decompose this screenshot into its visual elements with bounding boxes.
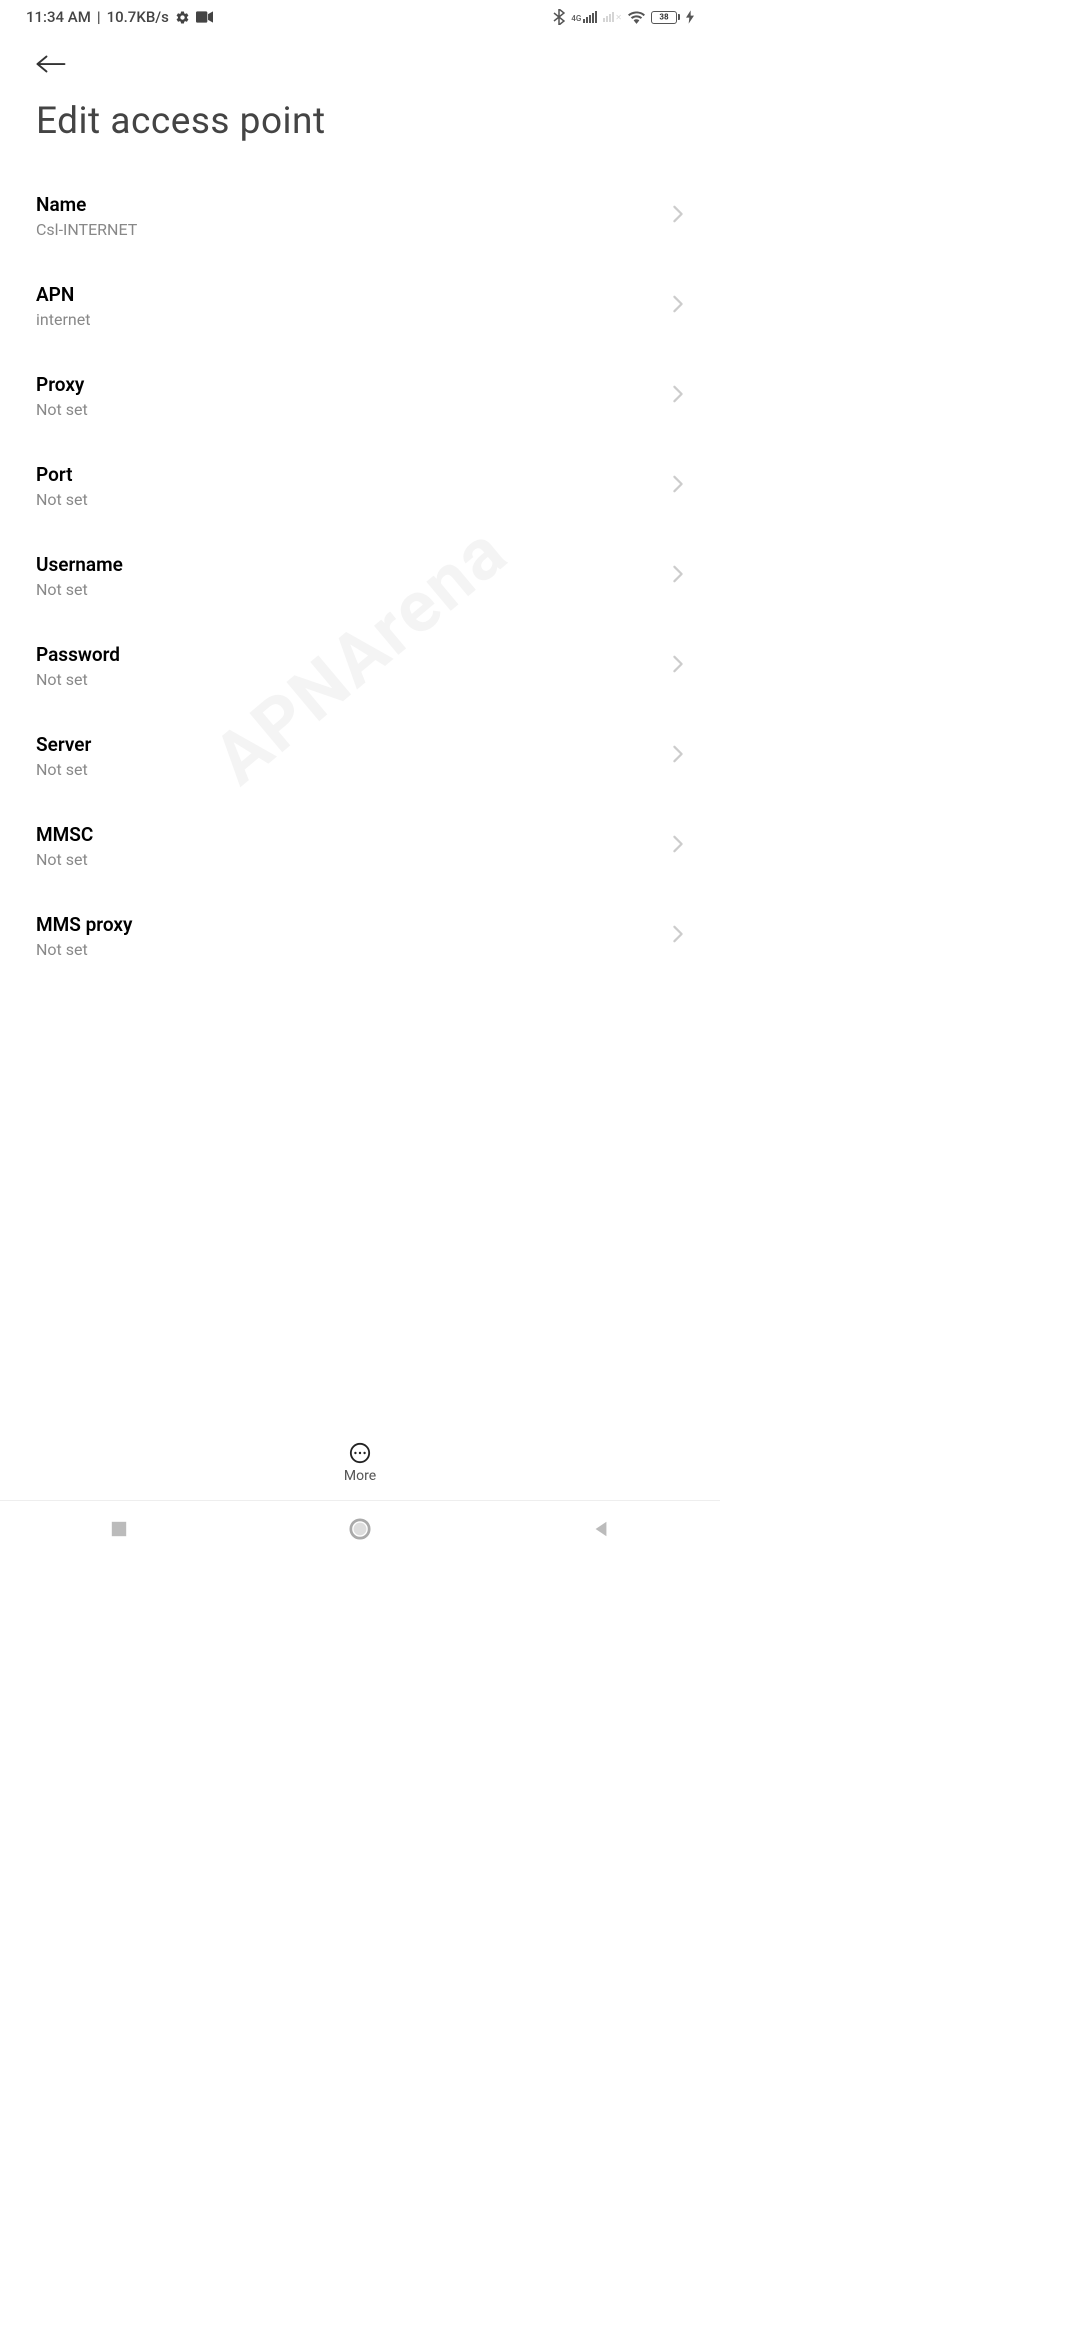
row-value: Not set [36, 580, 672, 599]
row-label: Port [36, 463, 672, 486]
row-label: APN [36, 283, 672, 306]
setting-row-server[interactable]: Server Not set [36, 711, 684, 801]
header-row [0, 34, 720, 78]
more-circle-icon [349, 1442, 371, 1464]
bottom-toolbar: More [0, 1442, 720, 1492]
row-text: APN internet [36, 283, 672, 329]
chevron-right-icon [672, 835, 684, 857]
row-value: Csl-INTERNET [36, 220, 672, 239]
nav-home-button[interactable] [319, 1508, 401, 1554]
circle-icon [349, 1518, 371, 1540]
gear-icon [175, 10, 190, 25]
chevron-right-icon [672, 475, 684, 497]
row-label: Username [36, 553, 672, 576]
chevron-right-icon [672, 385, 684, 407]
row-text: MMS proxy Not set [36, 913, 672, 959]
triangle-left-icon [592, 1520, 610, 1538]
charging-icon [686, 10, 694, 24]
signal-nosim-icon: ✕ [603, 12, 622, 22]
row-label: Server [36, 733, 672, 756]
row-value: Not set [36, 490, 672, 509]
chevron-right-icon [672, 565, 684, 587]
row-text: Port Not set [36, 463, 672, 509]
bluetooth-icon [553, 9, 565, 25]
nav-recent-button[interactable] [80, 1510, 158, 1552]
row-text: Password Not set [36, 643, 672, 689]
row-label: MMSC [36, 823, 672, 846]
status-bar: 11:34 AM | 10.7KB/s 4G ✕ [0, 0, 720, 34]
page-title: Edit access point [0, 78, 720, 171]
setting-row-proxy[interactable]: Proxy Not set [36, 351, 684, 441]
row-label: Proxy [36, 373, 672, 396]
setting-row-username[interactable]: Username Not set [36, 531, 684, 621]
row-label: Password [36, 643, 672, 666]
wifi-icon [628, 11, 645, 24]
chevron-right-icon [672, 655, 684, 677]
status-time: 11:34 AM [26, 8, 91, 26]
setting-row-mmsc[interactable]: MMSC Not set [36, 801, 684, 891]
more-label: More [344, 1468, 376, 1484]
arrow-left-icon [36, 54, 66, 74]
setting-row-apn[interactable]: APN internet [36, 261, 684, 351]
system-nav-bar [0, 1500, 720, 1560]
setting-row-port[interactable]: Port Not set [36, 441, 684, 531]
row-value: Not set [36, 400, 672, 419]
setting-row-name[interactable]: Name Csl-INTERNET [36, 171, 684, 261]
row-value: Not set [36, 670, 672, 689]
status-right: 4G ✕ 38 [553, 9, 694, 25]
chevron-right-icon [672, 205, 684, 227]
row-value: internet [36, 310, 672, 329]
video-icon [196, 11, 213, 23]
row-value: Not set [36, 940, 672, 959]
battery-icon: 38 [651, 11, 680, 24]
status-sep: | [97, 8, 101, 26]
square-icon [110, 1520, 128, 1538]
row-label: MMS proxy [36, 913, 672, 936]
more-button[interactable]: More [344, 1442, 376, 1484]
setting-row-mms-proxy[interactable]: MMS proxy Not set [36, 891, 684, 981]
row-text: Proxy Not set [36, 373, 672, 419]
row-value: Not set [36, 850, 672, 869]
nav-back-button[interactable] [562, 1510, 640, 1552]
fade-overlay [0, 1392, 720, 1432]
row-value: Not set [36, 760, 672, 779]
chevron-right-icon [672, 745, 684, 767]
setting-row-password[interactable]: Password Not set [36, 621, 684, 711]
back-button[interactable] [36, 54, 66, 74]
status-speed: 10.7KB/s [107, 8, 169, 26]
signal-4g-icon: 4G [571, 11, 597, 23]
settings-list: NameCsl-INTERNETAPNinternetProxyNot setP… [0, 171, 720, 981]
row-text: Server Not set [36, 733, 672, 779]
chevron-right-icon [672, 925, 684, 947]
row-text: Name Csl-INTERNET [36, 193, 672, 239]
row-text: MMSC Not set [36, 823, 672, 869]
row-text: Username Not set [36, 553, 672, 599]
status-left: 11:34 AM | 10.7KB/s [26, 8, 213, 26]
chevron-right-icon [672, 295, 684, 317]
row-label: Name [36, 193, 672, 216]
